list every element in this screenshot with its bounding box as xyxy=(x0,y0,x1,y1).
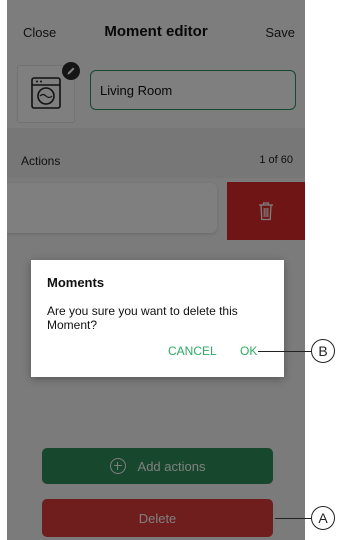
callout-b-line xyxy=(258,351,313,352)
callout-a-line xyxy=(275,518,313,519)
dialog-cancel-button[interactable]: CANCEL xyxy=(168,344,217,358)
dialog-title: Moments xyxy=(47,275,105,290)
dialog-message: Are you sure you want to delete this Mom… xyxy=(47,304,238,332)
dialog-ok-button[interactable]: OK xyxy=(240,344,257,358)
callout-a: A xyxy=(311,506,335,530)
phone-screen: Close Moment editor Save Actions 1 of 60 xyxy=(7,0,305,540)
callout-b: B xyxy=(311,339,335,363)
confirm-dialog: Moments Are you sure you want to delete … xyxy=(31,260,284,377)
